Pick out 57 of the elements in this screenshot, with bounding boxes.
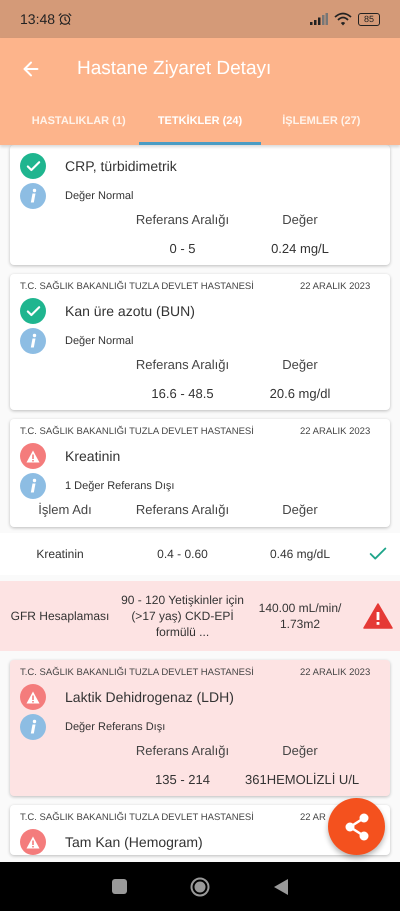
range-cell-text: 0 - 5 <box>168 241 196 257</box>
test-name: Kan üre azotu (BUN) <box>65 302 195 321</box>
column-header: Referans Aralığı <box>134 742 230 760</box>
battery-icon: 85 <box>358 12 380 26</box>
recents-icon[interactable] <box>112 879 127 894</box>
result-note: 1 Değer Referans Dışı <box>65 478 174 494</box>
result-note: Değer Referans Dışı <box>65 720 166 735</box>
value-cell-text: 20.6 mg/dl <box>268 386 332 402</box>
test-card[interactable]: T.C. SAĞLIK BAKANLIĞI TUZLA DEVLET HASTANESİ 22 ARALIK 2023 Kreatinin 1 Değer Referans Dışı İşlem Adı Referans Aralığı Değer <box>10 419 390 527</box>
column-header: Referans Aralığı <box>134 211 230 229</box>
hospital-name: T.C. SAĞLIK BAKANLIĞI TUZLA DEVLET HASTANESİ <box>20 424 254 439</box>
test-name: Laktik Dehidrogenaz (LDH) <box>65 688 234 707</box>
test-date: 22 ARALIK 2023 <box>300 424 372 439</box>
column-header: Değer <box>281 501 319 519</box>
info-icon <box>20 183 46 209</box>
range-cell-text: 0.4 - 0.60 <box>156 546 209 562</box>
info-icon <box>20 714 46 740</box>
back-icon[interactable] <box>274 878 288 894</box>
value-cell-text: 0.24 mg/L <box>270 241 330 257</box>
info-icon <box>20 328 46 354</box>
test-name: CRP, türbidimetrik <box>65 156 177 176</box>
test-card[interactable]: T.C. SAĞLIK BAKANLIĞI TUZLA DEVLET HASTANESİ 22 ARALIK 2023 Laktik Dehidrogenaz (LDH) Değer Referans Dışı Referans Aralığı Değer 135 - 214 361HEMOLİZLİ U/L <box>10 660 390 796</box>
column-header: Değer <box>281 356 319 374</box>
home-icon[interactable] <box>190 876 210 896</box>
hospital-name: T.C. SAĞLIK BAKANLIĞI TUZLA DEVLET HASTANESİ <box>20 666 254 680</box>
test-name-cell-text: GFR Hesaplaması <box>10 608 110 625</box>
range-cell: 90 - 120 Yetişkinler için (>17 yaş) CKD-EPİ formülü ... <box>120 592 245 640</box>
test-card[interactable]: T.C. SAĞLIK BAKANLIĞI TUZLA DEVLET HASTANESİ 22 ARALIK 2023 Kan üre azotu (BUN) Değer Normal Referans Aralığı Değer 16.6 - 48.5 20.6 mg/dl <box>10 274 390 410</box>
signal-icon <box>310 13 328 25</box>
column-header: Referans Aralığı <box>134 356 230 374</box>
test-name: Kreatinin <box>65 446 120 466</box>
column-header: Değer <box>281 211 319 229</box>
column-header: Referans Aralığı <box>134 501 230 519</box>
app-title: Hastane Ziyaret Detayı <box>77 56 272 81</box>
range-cell-text: 135 - 214 <box>154 772 211 788</box>
result-row[interactable]: Kreatinin 0.4 - 0.60 0.46 mg/dL <box>0 533 400 575</box>
status-time: 13:48 <box>20 10 56 28</box>
result-row[interactable]: GFR Hesaplaması 90 - 120 Yetişkinler için (>17 yaş) CKD-EPİ formülü ... 140.00 mL/min/ 1.73m2 <box>0 581 400 651</box>
column-header: İşlem Adı <box>37 501 93 519</box>
result-note: Değer Normal <box>65 334 134 349</box>
result-note: Değer Normal <box>65 188 134 204</box>
share-icon <box>344 812 370 840</box>
hospital-name: T.C. SAĞLIK BAKANLIĞI TUZLA DEVLET HASTANESİ <box>20 810 254 825</box>
test-date: 22 ARALIK 2023 <box>300 666 372 680</box>
wifi-icon <box>334 12 352 26</box>
value-cell-text: 140.00 mL/min/ 1.73m2 <box>258 600 342 632</box>
range-cell-text: 16.6 - 48.5 <box>150 386 215 402</box>
column-header: Değer <box>281 742 319 760</box>
test-name-cell-text: Kreatinin <box>35 546 85 563</box>
value-cell-text: 0.46 mg/dL <box>268 546 332 562</box>
test-date: 22 ARALIK 2023 <box>300 280 372 294</box>
alarm-icon <box>58 12 72 26</box>
test-card[interactable]: CRP, türbidimetrik Değer Normal Referans Aralığı Değer 0 - 5 0.24 mg/L <box>10 145 390 265</box>
hospital-name: T.C. SAĞLIK BAKANLIĞI TUZLA DEVLET HASTANESİ <box>20 280 254 294</box>
test-date: 22 AR <box>300 810 327 825</box>
test-name: Tam Kan (Hemogram) <box>65 832 203 852</box>
info-icon <box>20 473 46 499</box>
